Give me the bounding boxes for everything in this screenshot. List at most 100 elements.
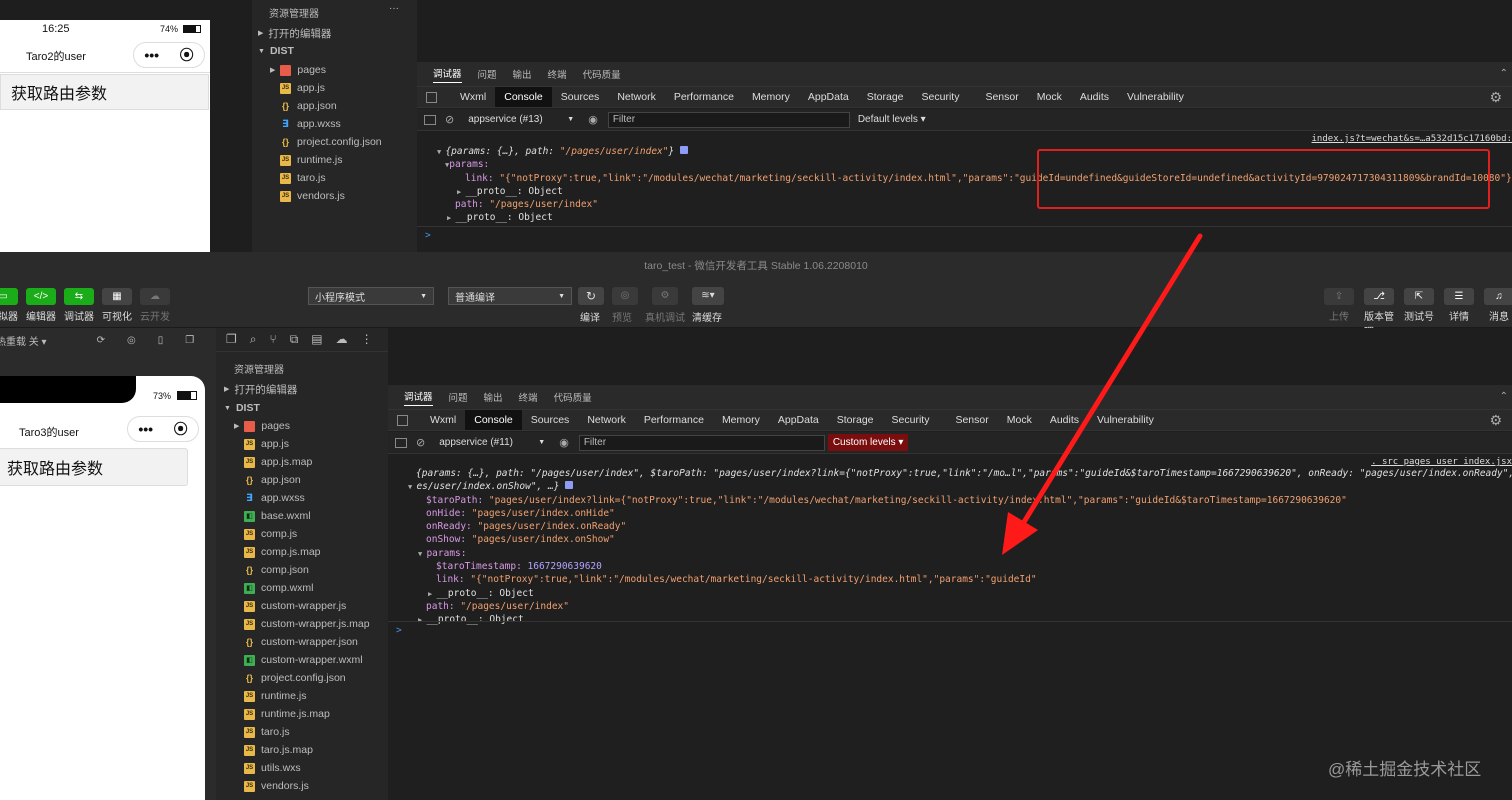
console-line[interactable]: ▶ __proto__: Object <box>408 587 1512 600</box>
toolbar-button[interactable]: ▦ 可视化 <box>102 288 132 323</box>
compile-icon[interactable]: ↻ <box>578 287 604 305</box>
tab-mock[interactable]: Mock <box>1028 87 1071 107</box>
source-link[interactable]: . src_pages_user_index.jsx <box>1371 457 1512 467</box>
devtools-subtab[interactable]: 输出 <box>513 67 532 81</box>
file-item[interactable]: JS taro.js <box>234 723 370 741</box>
get-params-button[interactable]: 获取路由参数 <box>0 74 209 110</box>
file-item[interactable]: {} app.json <box>270 97 382 115</box>
tab-sensor[interactable]: Sensor <box>976 87 1027 107</box>
tab-security[interactable]: Security <box>883 410 939 430</box>
mode-select[interactable]: 小程序模式 ▼ <box>308 287 434 305</box>
compile-select[interactable]: 普通编译 ▼ <box>448 287 572 305</box>
dist-folder[interactable]: ▼ DIST <box>224 399 260 417</box>
file-item[interactable]: {} custom-wrapper.json <box>234 633 370 651</box>
record-icon[interactable]: ⦿ <box>180 45 194 65</box>
activity-bar-icon[interactable]: ⧉ <box>290 332 299 347</box>
tab-wxml[interactable]: Wxml <box>421 410 465 430</box>
inspect-icon[interactable] <box>397 415 408 426</box>
context-select[interactable]: appservice (#13) ▼ <box>462 110 581 129</box>
more-icon[interactable]: ••• <box>138 421 153 437</box>
file-item[interactable]: JS taro.js.map <box>234 741 370 759</box>
devtools-subtab[interactable]: 调试器 <box>404 389 433 406</box>
console-prompt[interactable]: > <box>425 230 431 241</box>
sidebar-toggle-icon[interactable] <box>424 114 436 125</box>
file-item[interactable]: {} app.json <box>234 471 370 489</box>
open-editors[interactable]: ▶ 打开的编辑器 <box>224 380 297 398</box>
devtools-subtab[interactable]: 代码质量 <box>583 67 621 81</box>
toolbar-button[interactable]: ⇆ 调试器 <box>64 288 94 323</box>
file-item[interactable]: ∃ app.wxss <box>270 115 382 133</box>
stop-icon[interactable]: ◎ <box>127 335 136 346</box>
clear-console-icon[interactable]: ⊘ <box>416 436 425 449</box>
tab-sources[interactable]: Sources <box>552 87 609 107</box>
hot-reload-toggle[interactable]: 热重载 关 ▾ <box>0 333 47 348</box>
eye-icon[interactable]: ◉ <box>559 436 569 449</box>
open-editors[interactable]: ▶ 打开的编辑器 <box>258 24 331 42</box>
refresh-icon[interactable]: ⟳ <box>97 335 105 346</box>
record-icon[interactable]: ⦿ <box>174 419 188 439</box>
console-line[interactable]: ▶ __proto__: Object <box>408 613 1512 626</box>
file-item[interactable]: JS app.js <box>234 435 370 453</box>
toolbar-label[interactable]: 编译 <box>580 309 600 324</box>
tab-vulnerability[interactable]: Vulnerability <box>1118 87 1193 107</box>
tab-console[interactable]: Console <box>465 410 522 430</box>
toolbar-label[interactable]: 预览 <box>612 309 632 324</box>
file-item[interactable]: ∃ app.wxss <box>234 489 370 507</box>
tab-sources[interactable]: Sources <box>522 410 579 430</box>
tab-appdata[interactable]: AppData <box>799 87 858 107</box>
levels-select[interactable]: Default levels ▾ <box>858 114 926 125</box>
tab-network[interactable]: Network <box>608 87 665 107</box>
tab-memory[interactable]: Memory <box>743 87 799 107</box>
more-icon[interactable]: ••• <box>144 47 159 63</box>
tab-storage[interactable]: Storage <box>828 410 883 430</box>
file-item[interactable]: JS custom-wrapper.js.map <box>234 615 370 633</box>
file-item[interactable]: {} comp.json <box>234 561 370 579</box>
get-params-button[interactable]: 获取路由参数 <box>0 448 188 486</box>
file-item[interactable]: JS taro.js <box>270 169 382 187</box>
folder-item[interactable]: ▶ pages <box>234 417 370 435</box>
capsule-menu[interactable]: ••• ⦿ <box>127 416 199 442</box>
devtools-subtab[interactable]: 问题 <box>478 67 497 81</box>
file-item[interactable]: JS custom-wrapper.js <box>234 597 370 615</box>
file-item[interactable]: {} project.config.json <box>234 669 370 687</box>
console-line[interactable]: ▶ __proto__: Object <box>437 211 1512 224</box>
toolbar-label[interactable]: 真机调试 <box>645 309 685 324</box>
activity-bar-icon[interactable]: ❐ <box>226 332 237 347</box>
console-prompt[interactable]: > <box>396 625 402 636</box>
tab-wxml[interactable]: Wxml <box>451 87 495 107</box>
inspect-icon[interactable] <box>426 92 437 103</box>
devtools-subtab[interactable]: 输出 <box>484 390 503 404</box>
tab-storage[interactable]: Storage <box>858 87 913 107</box>
settings-gear-icon[interactable]: ⚙ <box>1489 412 1502 429</box>
file-item[interactable]: JS comp.js <box>234 525 370 543</box>
dist-folder[interactable]: ▼ DIST <box>258 42 294 60</box>
tab-memory[interactable]: Memory <box>713 410 769 430</box>
console-line[interactable]: ▼ es/user/index.onShow", …} <box>408 480 1512 493</box>
toolbar-button[interactable]: ▭ 模拟器 <box>0 288 18 323</box>
capsule-menu[interactable]: ••• ⦿ <box>133 42 205 68</box>
source-link[interactable]: index.js?t=wechat&s=…a532d15c17160bd: <box>1312 134 1512 144</box>
toolbar-button[interactable]: ☁ 云开发 <box>140 288 170 323</box>
file-item[interactable]: JS runtime.js <box>234 687 370 705</box>
tab-network[interactable]: Network <box>578 410 635 430</box>
clear-console-icon[interactable]: ⊘ <box>445 113 454 126</box>
levels-select[interactable]: Custom levels ▾ <box>827 434 909 451</box>
activity-bar-icon[interactable]: ☁ <box>336 332 348 347</box>
activity-bar-icon[interactable]: ▤ <box>311 332 322 347</box>
tab-security[interactable]: Security <box>913 87 969 107</box>
explorer-menu-icon[interactable]: ··· <box>389 3 399 14</box>
activity-bar-icon[interactable]: ⋮ <box>361 332 373 347</box>
file-item[interactable]: JS app.js <box>270 79 382 97</box>
tab-appdata[interactable]: AppData <box>769 410 828 430</box>
preview-icon[interactable]: ◎ <box>612 287 638 305</box>
activity-bar-icon[interactable]: ⑂ <box>270 332 277 347</box>
toolbar-button[interactable]: </> 编辑器 <box>26 288 56 323</box>
file-item[interactable]: JS runtime.js.map <box>234 705 370 723</box>
folder-item[interactable]: ▶ pages <box>270 61 382 79</box>
collapse-icon[interactable]: ⌃ <box>1500 391 1508 402</box>
context-select[interactable]: appservice (#11) ▼ <box>433 433 552 452</box>
toolbar-label[interactable]: 清缓存 <box>692 309 722 324</box>
file-item[interactable]: JS comp.js.map <box>234 543 370 561</box>
tab-performance[interactable]: Performance <box>665 87 743 107</box>
file-item[interactable]: JS vendors.js <box>270 187 382 205</box>
